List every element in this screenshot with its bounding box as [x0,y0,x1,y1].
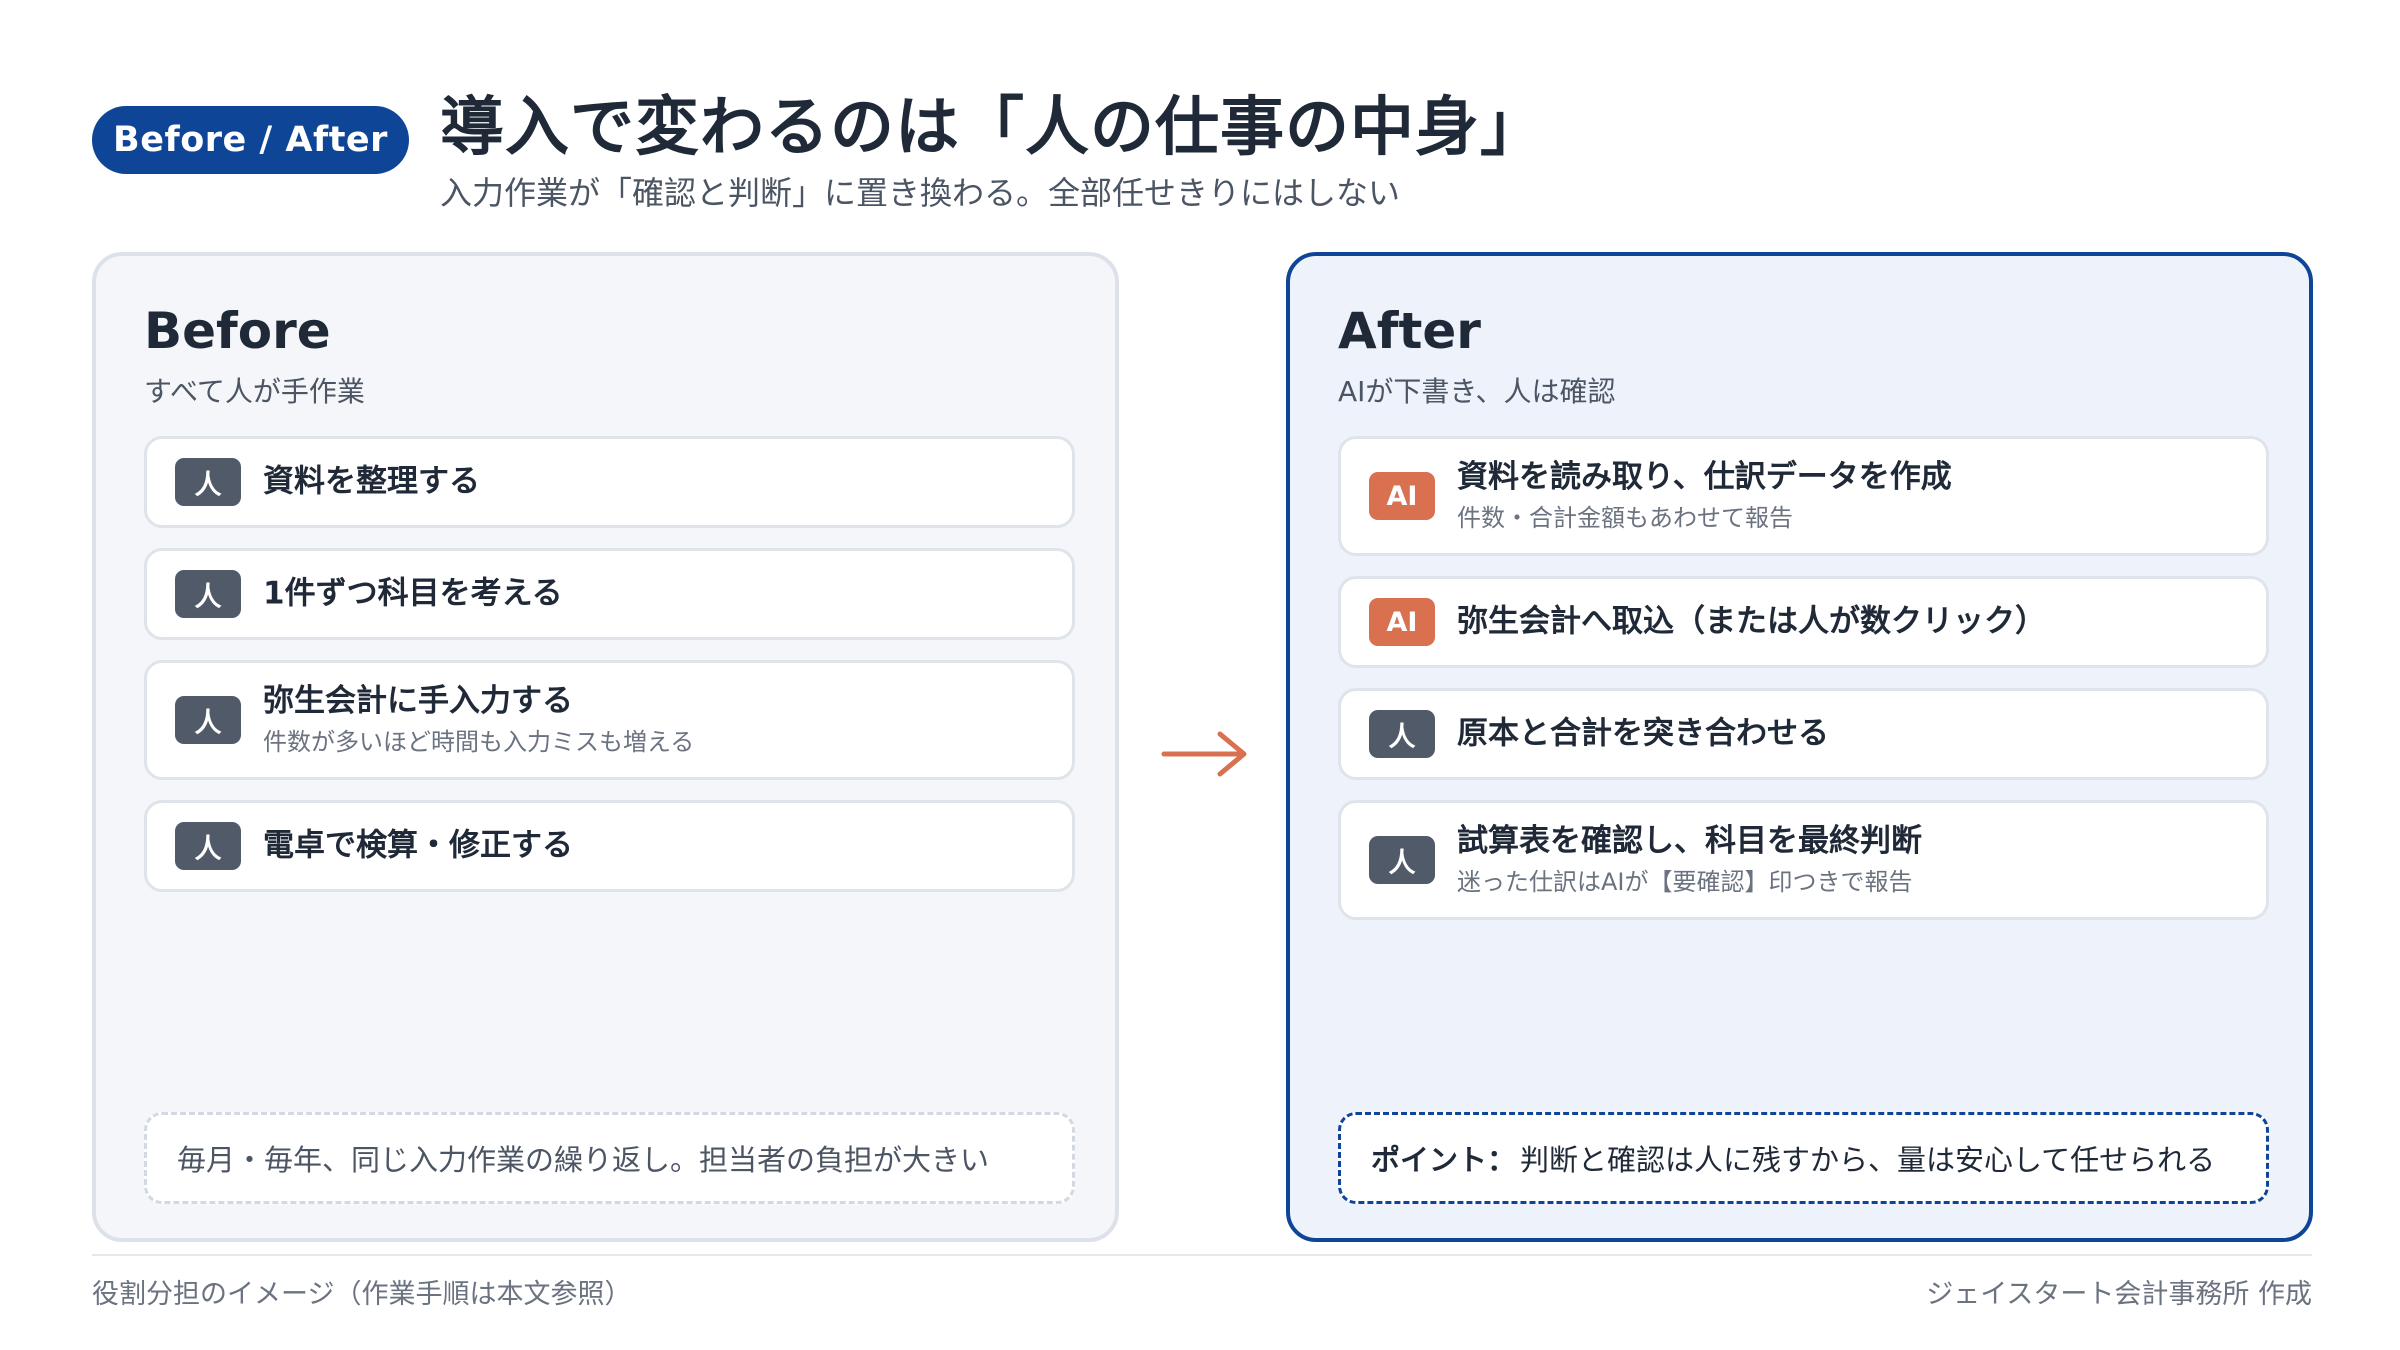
before-subtitle: すべて人が手作業 [144,375,365,408]
right-arrow-icon [1161,731,1247,777]
item-label: 弥生会計へ取込（または人が数クリック） [1457,603,2046,640]
item-label: 電卓で検算・修正する [263,827,573,864]
footer-credit: ジェイスタート会計事務所 作成 [1926,1279,2312,1310]
before-panel: Before すべて人が手作業 人 資料を整理する 人 1件ずつ科目を考える 人… [92,252,1119,1242]
after-item-final-judgment: 人 試算表を確認し、科目を最終判断 迷った仕訳はAIが【要確認】印つきで報告 [1338,800,2269,920]
person-badge: 人 [175,570,241,618]
person-badge: 人 [1369,836,1435,884]
item-label: 1件ずつ科目を考える [263,575,563,612]
person-badge: 人 [1369,710,1435,758]
before-item-think-account: 人 1件ずつ科目を考える [144,548,1075,640]
item-note: 件数・合計金額もあわせて報告 [1457,504,1793,533]
before-after-tag: Before / After [92,106,409,174]
after-panel: After AIが下書き、人は確認 AI 資料を読み取り、仕訳データを作成 件数… [1286,252,2313,1242]
item-label: 試算表を確認し、科目を最終判断 [1457,822,1922,859]
page-subtitle: 入力作業が「確認と判断」に置き換わる。全部任せきりにはしない [440,174,1401,212]
item-note: 迷った仕訳はAIが【要確認】印つきで報告 [1457,868,1913,897]
item-label: 原本と合計を突き合わせる [1457,715,1829,752]
after-note-text: 判断と確認は人に残すから、量は安心して任せられる [1520,1143,2216,1177]
before-title: Before [144,302,331,360]
after-note: ポイント： 判断と確認は人に残すから、量は安心して任せられる [1338,1112,2269,1204]
page-title: 導入で変わるのは「人の仕事の中身」 [440,91,1545,165]
before-note-text: 毎月・毎年、同じ入力作業の繰り返し。担当者の負担が大きい [177,1143,990,1177]
person-badge: 人 [175,822,241,870]
item-label: 弥生会計に手入力する [263,682,573,719]
before-note: 毎月・毎年、同じ入力作業の繰り返し。担当者の負担が大きい [144,1112,1075,1204]
after-title: After [1338,302,1481,360]
ai-badge: AI [1369,598,1435,646]
after-item-ai-read: AI 資料を読み取り、仕訳データを作成 件数・合計金額もあわせて報告 [1338,436,2269,556]
item-label: 資料を整理する [263,463,480,500]
person-badge: 人 [175,458,241,506]
ai-badge: AI [1369,472,1435,520]
after-subtitle: AIが下書き、人は確認 [1338,375,1616,408]
footer-divider [92,1254,2312,1256]
item-label: 資料を読み取り、仕訳データを作成 [1457,458,1952,495]
after-item-reconcile: 人 原本と合計を突き合わせる [1338,688,2269,780]
person-badge: 人 [175,696,241,744]
before-item-verify: 人 電卓で検算・修正する [144,800,1075,892]
after-note-label: ポイント： [1371,1143,1517,1177]
item-note: 件数が多いほど時間も入力ミスも増える [263,728,695,757]
footer-caption: 役割分担のイメージ（作業手順は本文参照） [92,1279,632,1310]
before-item-organize: 人 資料を整理する [144,436,1075,528]
before-item-manual-entry: 人 弥生会計に手入力する 件数が多いほど時間も入力ミスも増える [144,660,1075,780]
after-item-ai-import: AI 弥生会計へ取込（または人が数クリック） [1338,576,2269,668]
